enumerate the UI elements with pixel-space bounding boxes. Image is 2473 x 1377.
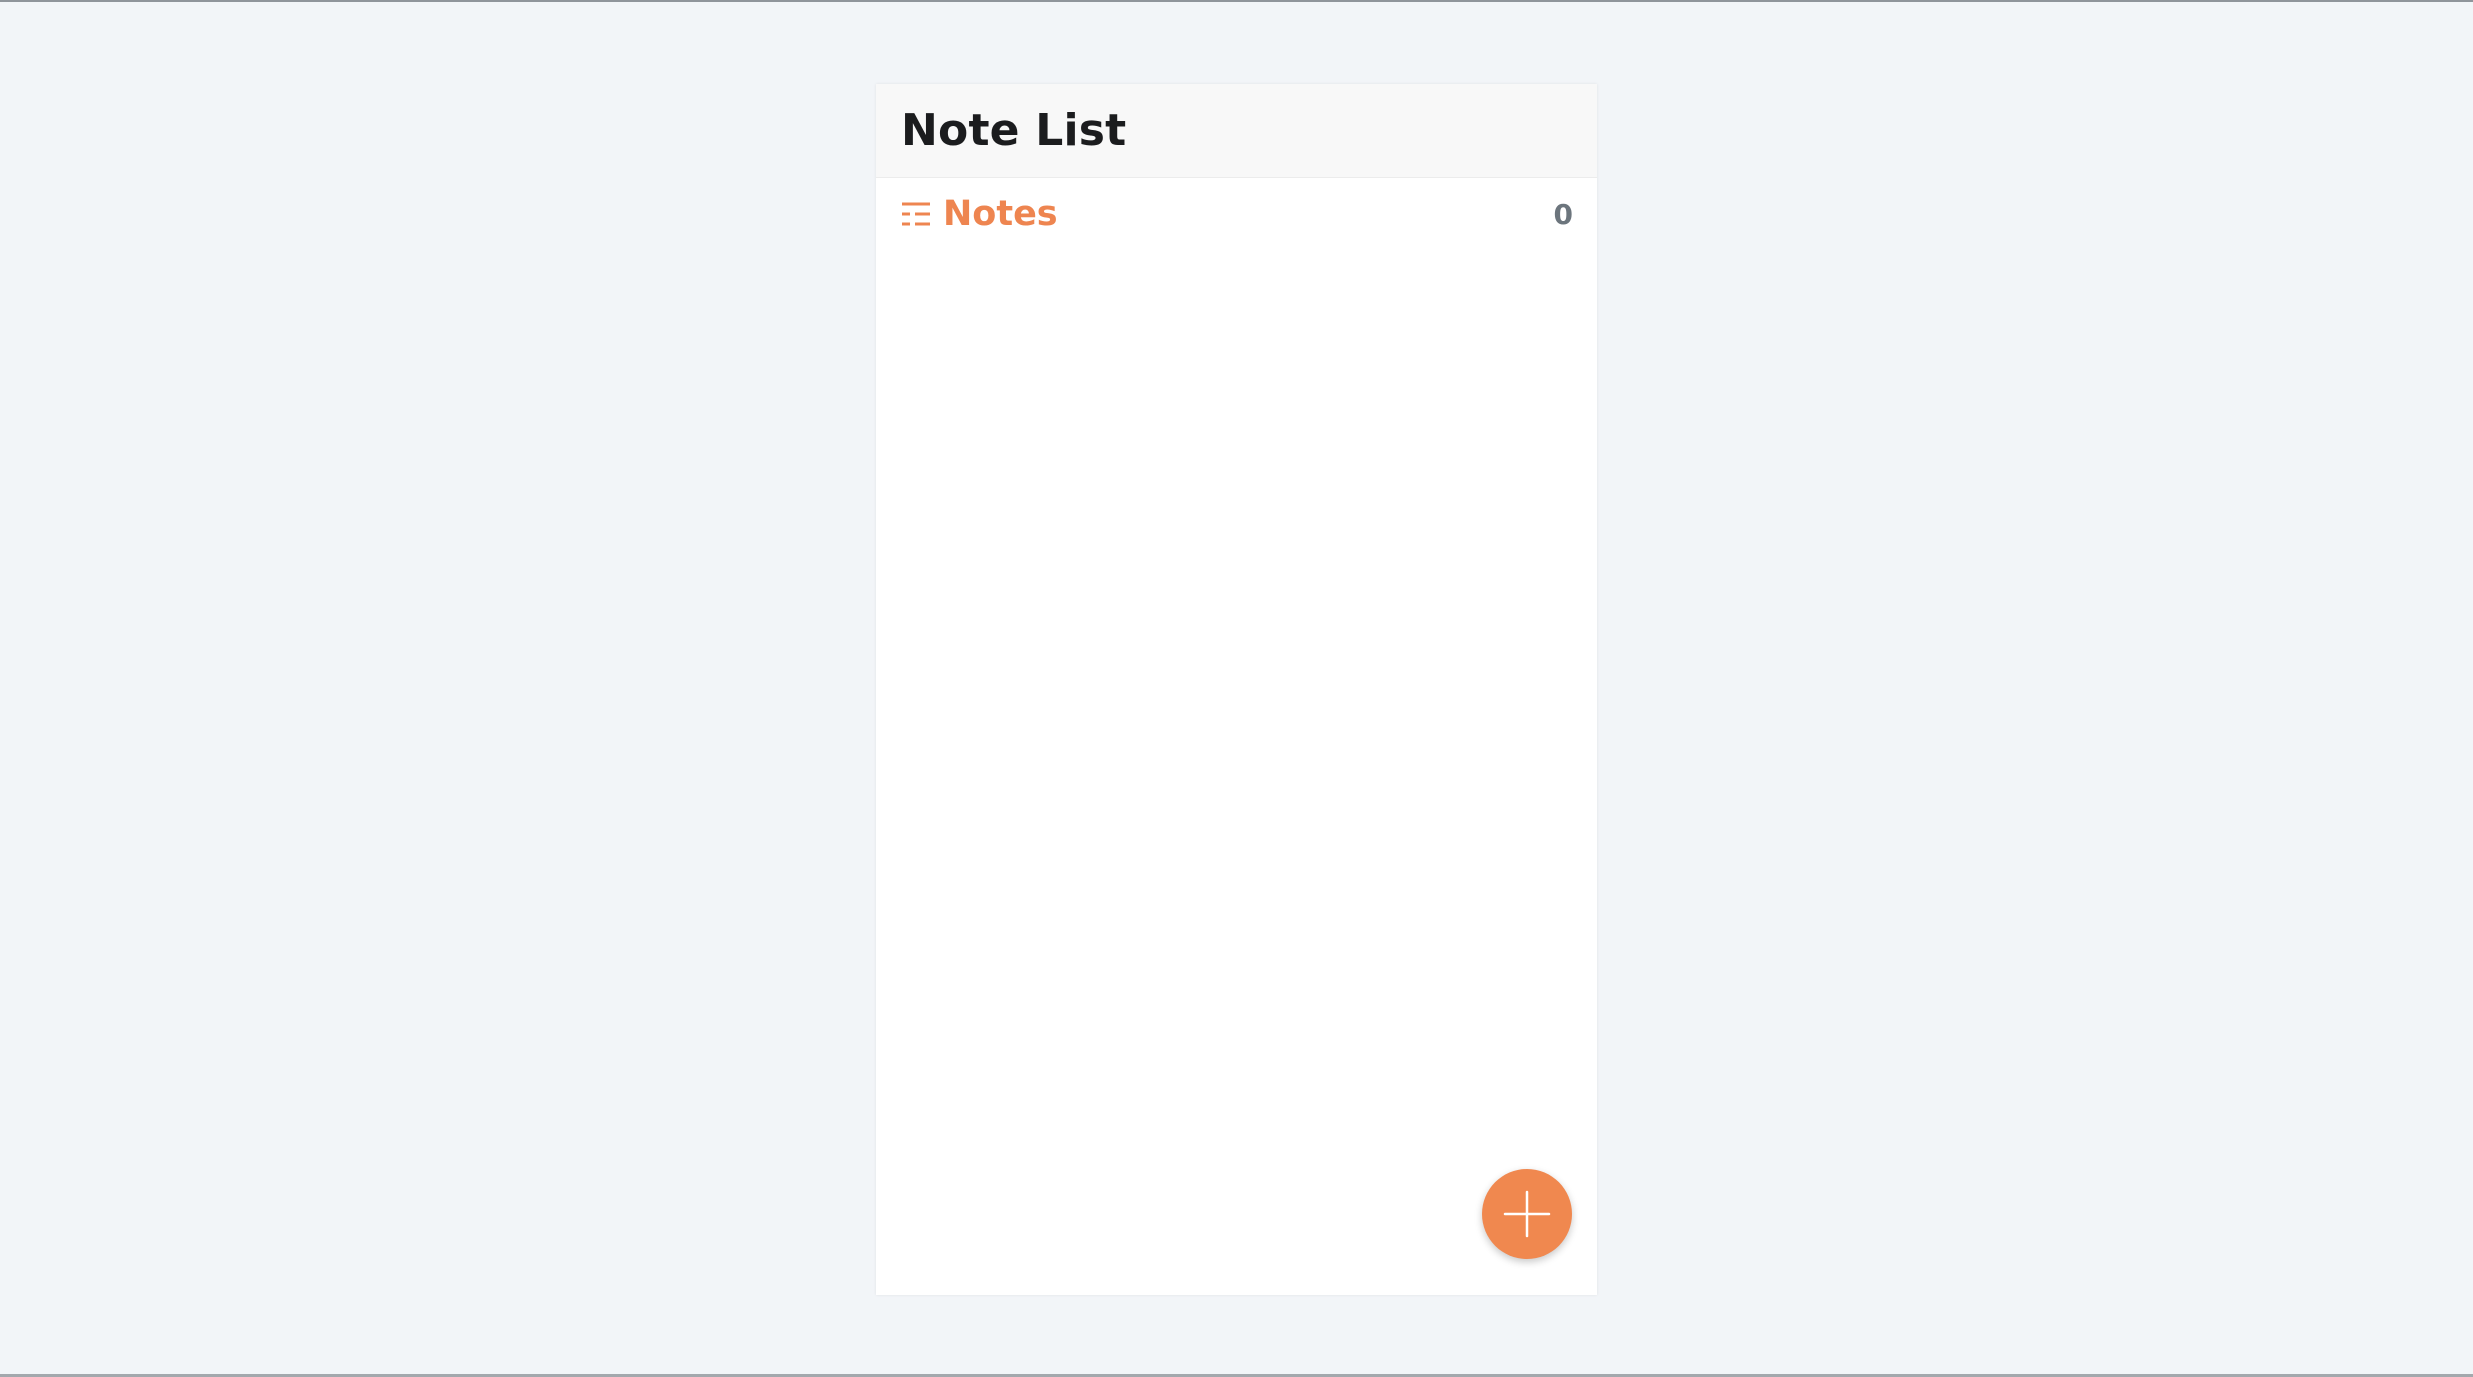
note-list-panel: Note List Notes 0 xyxy=(876,84,1597,1295)
notes-category-row[interactable]: Notes 0 xyxy=(876,178,1597,250)
page-title: Note List xyxy=(901,105,1127,156)
panel-header: Note List xyxy=(876,84,1597,178)
window-top-border xyxy=(0,0,2473,2)
notes-category-left: Notes xyxy=(901,194,1058,234)
add-note-button[interactable] xyxy=(1482,1169,1572,1259)
notes-count-badge: 0 xyxy=(1553,197,1573,231)
list-icon xyxy=(901,199,931,229)
plus-icon xyxy=(1503,1190,1551,1238)
notes-category-label: Notes xyxy=(943,194,1058,234)
